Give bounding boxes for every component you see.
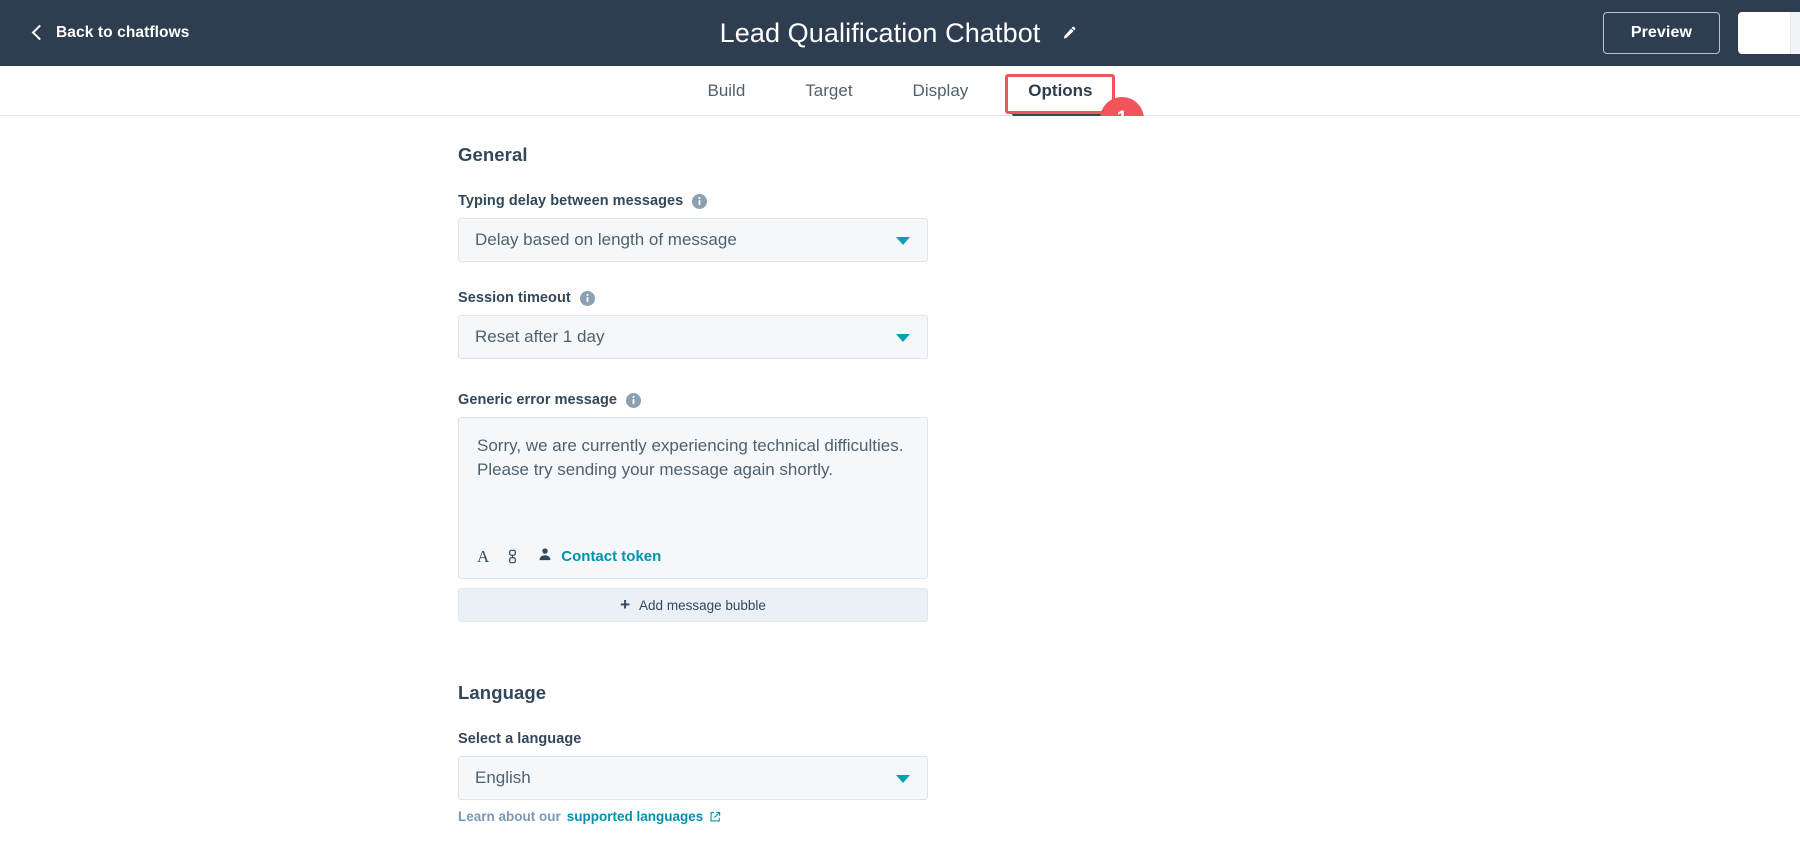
- caret-down-icon: [896, 775, 910, 783]
- general-section-heading: General: [458, 144, 528, 165]
- plus-icon: +: [620, 594, 631, 614]
- supported-languages-link[interactable]: supported languages: [567, 809, 704, 824]
- tab-build[interactable]: Build: [677, 81, 775, 115]
- language-section-heading: Language: [458, 682, 547, 703]
- error-message-label-row: Generic error message: [458, 392, 928, 408]
- typing-delay-value: Delay based on length of message: [475, 230, 737, 249]
- save-dropdown-button[interactable]: [1790, 12, 1800, 54]
- info-circle-icon[interactable]: [626, 392, 642, 408]
- typing-delay-select[interactable]: Delay based on length of message: [458, 218, 928, 262]
- typing-delay-label: Typing delay between messages: [458, 193, 684, 209]
- error-message-label: Generic error message: [458, 392, 618, 408]
- link-icon[interactable]: [505, 547, 520, 565]
- app-header: Back to chatflows Lead Qualification Cha…: [0, 0, 1800, 66]
- external-link-icon[interactable]: [709, 811, 721, 823]
- error-message-editor[interactable]: Sorry, we are currently experiencing tec…: [458, 417, 928, 579]
- tab-options[interactable]: Options: [998, 81, 1122, 116]
- language-select[interactable]: English: [458, 756, 928, 800]
- caret-down-icon: [896, 334, 910, 342]
- select-language-label: Select a language: [458, 731, 582, 747]
- editor-toolbar: A Contact token: [477, 547, 909, 578]
- session-timeout-label: Session timeout: [458, 290, 571, 306]
- session-timeout-value: Reset after 1 day: [475, 327, 605, 346]
- options-form-column: General Typing delay between messages De…: [458, 144, 928, 824]
- contact-token-button[interactable]: Contact token: [538, 547, 661, 565]
- add-message-bubble-button[interactable]: + Add message bubble: [458, 588, 928, 622]
- caret-down-icon: [896, 237, 910, 245]
- info-circle-icon[interactable]: [579, 290, 595, 306]
- info-circle-icon[interactable]: [692, 193, 708, 209]
- supported-languages-help: Learn about our supported languages: [458, 809, 928, 824]
- learn-prefix-label: Learn about our: [458, 809, 561, 824]
- contact-token-label: Contact token: [561, 547, 662, 565]
- chatflow-title-group: Lead Qualification Chatbot: [0, 0, 1800, 66]
- contact-person-icon: [538, 547, 552, 565]
- chatflow-tabs: Build Target Display Options 1: [0, 66, 1800, 141]
- preview-button[interactable]: Preview: [1602, 12, 1720, 54]
- tab-display[interactable]: Display: [883, 81, 999, 115]
- chevron-left-icon: [31, 24, 48, 41]
- back-to-chatflows-label: Back to chatflows: [56, 24, 190, 41]
- save-button[interactable]: [1738, 12, 1790, 54]
- text-format-icon[interactable]: A: [477, 547, 489, 565]
- pencil-icon[interactable]: [1056, 22, 1080, 46]
- options-panel: General Typing delay between messages De…: [0, 116, 1800, 858]
- language-value: English: [475, 768, 531, 787]
- header-actions: Preview: [1602, 0, 1800, 66]
- select-language-label-row: Select a language: [458, 731, 928, 747]
- session-timeout-select[interactable]: Reset after 1 day: [458, 315, 928, 359]
- back-to-chatflows-link[interactable]: Back to chatflows: [31, 24, 190, 42]
- save-button-group: [1738, 12, 1800, 54]
- tab-target[interactable]: Target: [775, 81, 882, 115]
- add-message-bubble-label: Add message bubble: [639, 597, 766, 613]
- typing-delay-label-row: Typing delay between messages: [458, 193, 928, 209]
- session-timeout-label-row: Session timeout: [458, 290, 928, 306]
- error-message-text[interactable]: Sorry, we are currently experiencing tec…: [477, 434, 909, 483]
- page-title: Lead Qualification Chatbot: [719, 17, 1041, 48]
